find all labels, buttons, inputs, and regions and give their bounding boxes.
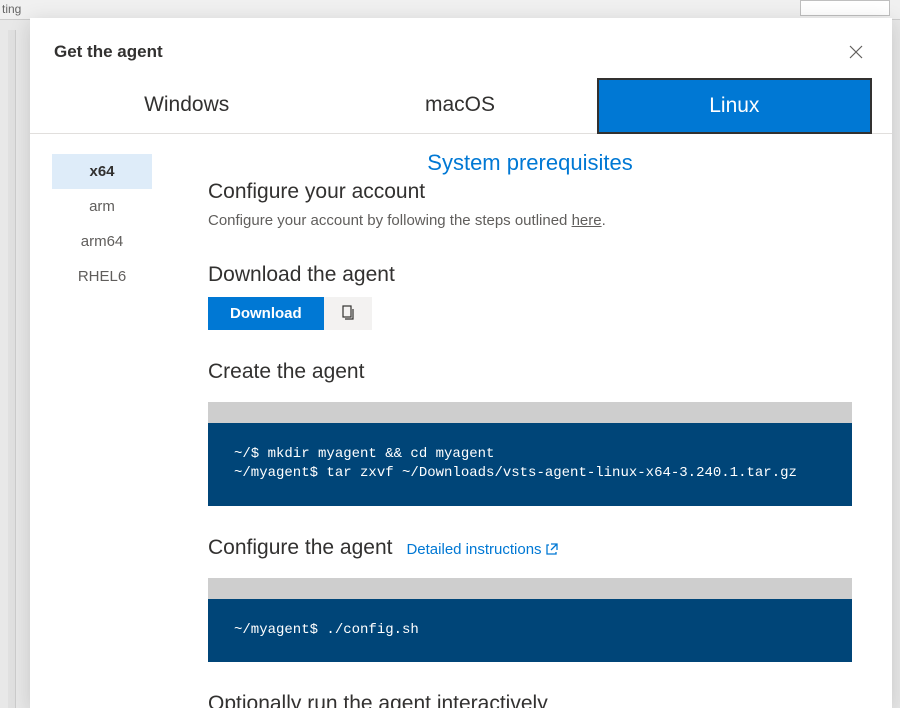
copy-download-button[interactable] [324, 297, 372, 330]
dialog-header: Get the agent [30, 18, 892, 78]
dialog-body: x64 arm arm64 RHEL6 System prerequisites… [30, 134, 892, 708]
background-strip [8, 30, 16, 708]
configure-account-text-prefix: Configure your account by following the … [208, 212, 572, 229]
configure-account-text-suffix: . [602, 212, 606, 229]
architecture-sidebar: x64 arm arm64 RHEL6 [30, 134, 160, 708]
copy-icon [340, 305, 356, 321]
sidebar-item-rhel6[interactable]: RHEL6 [52, 259, 152, 294]
configure-agent-code[interactable]: ~/myagent$ ./config.sh [208, 599, 852, 663]
dialog-title: Get the agent [54, 42, 163, 62]
optionally-run-heading: Optionally run the agent interactively [208, 692, 852, 708]
background-window-fragment: ting [0, 0, 900, 20]
external-link-icon [546, 543, 558, 555]
download-agent-heading: Download the agent [208, 263, 852, 287]
download-button-row: Download [208, 297, 852, 330]
configure-account-here-link[interactable]: here [572, 212, 602, 229]
os-tabs: Windows macOS Linux [30, 78, 892, 134]
download-button[interactable]: Download [208, 297, 324, 330]
sidebar-item-arm64[interactable]: arm64 [52, 224, 152, 259]
tab-linux[interactable]: Linux [597, 78, 872, 134]
configure-account-heading: Configure your account [208, 180, 852, 204]
main-content: System prerequisites Configure your acco… [160, 134, 892, 708]
get-agent-dialog: Get the agent Windows macOS Linux x64 ar… [30, 18, 892, 708]
create-agent-code-block: ~/$ mkdir myagent && cd myagent ~/myagen… [208, 402, 852, 506]
configure-agent-heading: Configure the agent [208, 536, 392, 560]
configure-agent-code-block: ~/myagent$ ./config.sh [208, 578, 852, 663]
create-agent-code[interactable]: ~/$ mkdir myagent && cd myagent ~/myagen… [208, 423, 852, 506]
sidebar-item-x64[interactable]: x64 [52, 154, 152, 189]
system-prerequisites-link[interactable]: System prerequisites [208, 150, 852, 176]
create-agent-heading: Create the agent [208, 360, 852, 384]
tab-windows[interactable]: Windows [50, 78, 323, 134]
detailed-instructions-link[interactable]: Detailed instructions [406, 541, 557, 558]
tab-macos[interactable]: macOS [323, 78, 596, 134]
close-icon [849, 45, 863, 59]
configure-account-text: Configure your account by following the … [208, 210, 852, 233]
close-button[interactable] [844, 40, 868, 64]
sidebar-item-arm[interactable]: arm [52, 189, 152, 224]
detailed-instructions-label: Detailed instructions [406, 541, 541, 558]
configure-agent-heading-row: Configure the agent Detailed instruction… [208, 536, 852, 560]
background-toolbar-fragment [800, 0, 890, 16]
